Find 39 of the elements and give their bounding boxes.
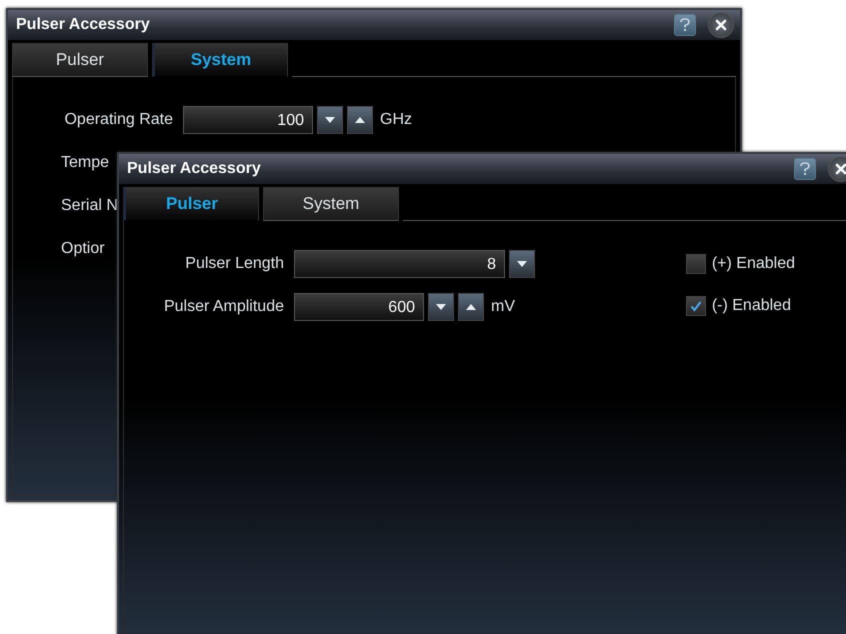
checkbox[interactable]: [686, 254, 706, 274]
checkmark-icon: [690, 300, 702, 312]
help-button[interactable]: [674, 14, 696, 36]
decrement-button[interactable]: [317, 106, 343, 134]
close-icon: [835, 163, 846, 175]
tab[interactable]: Pulser: [123, 187, 259, 221]
close-button[interactable]: [708, 12, 734, 38]
up-triangle-icon: [466, 304, 476, 310]
down-triangle-icon: [325, 117, 335, 123]
decrement-button[interactable]: [428, 293, 454, 321]
field-label: Tempe: [61, 154, 110, 172]
help-button[interactable]: [794, 158, 816, 180]
tab[interactable]: Pulser: [12, 43, 148, 77]
checkbox[interactable]: [686, 296, 706, 316]
dropdown-button[interactable]: [509, 250, 535, 278]
field-label: Optior: [61, 240, 105, 258]
window-title: Pulser Accessory: [127, 160, 262, 178]
tab[interactable]: System: [152, 43, 288, 77]
dropdown-field[interactable]: 8: [294, 250, 505, 278]
window-title: Pulser Accessory: [16, 16, 151, 34]
close-icon: [715, 19, 727, 31]
increment-button[interactable]: [347, 106, 373, 134]
field-label: Pulser Length: [184, 255, 284, 273]
question-icon: [679, 18, 691, 32]
up-triangle-icon: [355, 117, 365, 123]
unit-label: GHz: [380, 111, 412, 129]
field-label: Operating Rate: [63, 111, 173, 129]
unit-label: mV: [491, 298, 515, 316]
number-field[interactable]: 100: [183, 106, 313, 134]
checkbox-label: (+) Enabled: [712, 255, 795, 273]
down-triangle-icon: [436, 304, 446, 310]
field-label: Serial N: [61, 197, 118, 215]
number-field[interactable]: 600: [294, 293, 424, 321]
checkbox-label: (-) Enabled: [712, 297, 791, 315]
down-triangle-icon: [517, 261, 527, 267]
field-label: Pulser Amplitude: [162, 298, 284, 316]
question-icon: [799, 162, 811, 176]
increment-button[interactable]: [458, 293, 484, 321]
tab[interactable]: System: [263, 187, 399, 221]
